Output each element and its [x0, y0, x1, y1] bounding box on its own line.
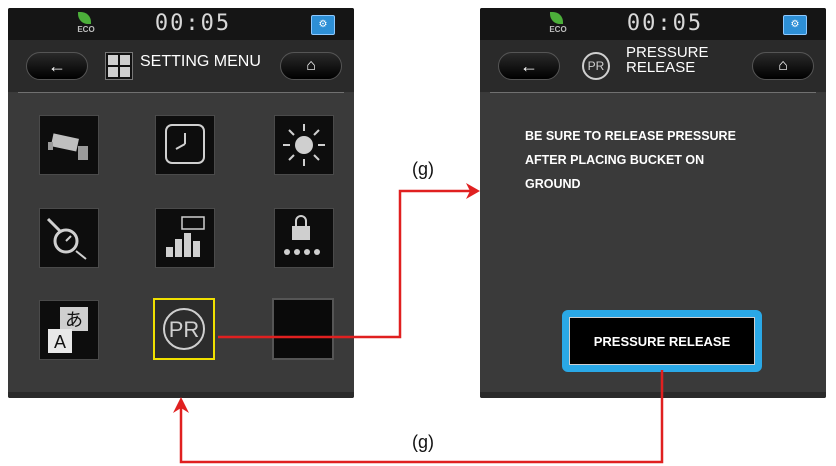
- forward-label: (g): [412, 159, 434, 179]
- forward-arrow-line: [218, 189, 475, 339]
- connector-arrows: [173, 183, 664, 464]
- return-label: (g): [412, 432, 434, 452]
